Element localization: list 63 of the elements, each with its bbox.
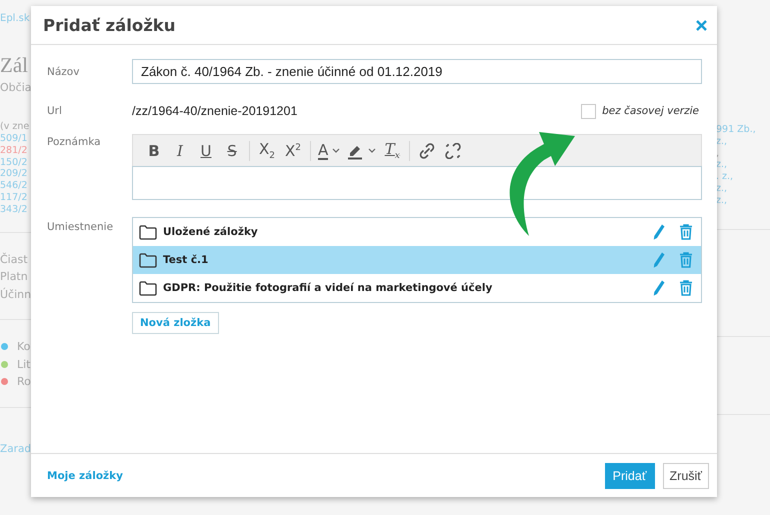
field-label: Poznámka — [47, 136, 102, 150]
clear-button[interactable]: T$_{x}$ — [379, 140, 406, 162]
unlink-icon[interactable] — [445, 142, 462, 158]
dialog-title: Pridať záložku — [43, 16, 176, 34]
folder-item[interactable]: GDPR: Použitie fotografií a videí na marketingové účely — [133, 274, 701, 302]
field-label: Názov — [47, 66, 80, 78]
page-link[interactable]: Epl.sk — [0, 12, 31, 26]
caret-icon[interactable] — [368, 148, 376, 153]
checkbox[interactable] — [581, 104, 596, 118]
page-text: Platn — [0, 269, 29, 286]
pencil-icon[interactable] — [653, 252, 665, 268]
reference-link[interactable]: , — [716, 148, 770, 160]
reference-link[interactable]: 117/2 — [0, 192, 31, 204]
folder-item[interactable]: Uložené záložky — [133, 218, 701, 246]
folder-name: GDPR: Použitie fotografií a videí na marketingové účely — [163, 282, 494, 294]
folder-icon — [139, 280, 157, 296]
page-text: (v zne — [0, 121, 30, 133]
folder-icon — [139, 224, 157, 240]
reference-link[interactable]: . z., — [716, 171, 770, 183]
page-text: Účinn — [0, 286, 31, 303]
page-link[interactable]: Zarad — [0, 442, 31, 456]
url-text: /zz/1964-40/znenie-20191201 — [132, 104, 298, 118]
underline-button[interactable]: U — [193, 140, 219, 162]
note-editor[interactable] — [132, 166, 702, 200]
trash-icon[interactable] — [679, 280, 693, 296]
title-field[interactable]: Zákon č. 40/1964 Zb. - znenie účinné od 01.12.2019 — [132, 59, 702, 84]
checkbox-label[interactable]: bez časovej verzie — [602, 105, 699, 117]
legend-label: Ro — [17, 375, 31, 388]
add-button[interactable]: Pridať — [604, 462, 655, 488]
bold-button[interactable]: B — [141, 140, 167, 162]
folder-name: Uložené záložky — [163, 226, 259, 238]
color-button[interactable]: A — [315, 140, 344, 162]
field-label: Url — [47, 105, 63, 117]
cancel-button[interactable]: Zrušiť — [662, 462, 709, 488]
reference-link[interactable]: 509/1 — [0, 133, 31, 145]
folder-item[interactable]: Test č.1 — [133, 246, 701, 274]
legend-label: Lit — [17, 358, 30, 371]
trash-icon[interactable] — [679, 224, 693, 240]
link-icon[interactable] — [419, 142, 436, 158]
page-heading: Zál — [0, 52, 29, 78]
caret-icon[interactable] — [332, 148, 340, 153]
page-subtitle: Občia — [0, 81, 31, 95]
italic-button[interactable]: I — [167, 140, 193, 162]
pencil-icon[interactable] — [653, 280, 665, 296]
reference-link[interactable]: 343/2 — [0, 204, 31, 216]
folder-name: Test č.1 — [163, 254, 210, 266]
reference-link[interactable]: 991 Zb., — [716, 124, 770, 136]
new-folder-button[interactable]: Nová zložka — [132, 312, 219, 334]
close-icon[interactable] — [696, 20, 707, 30]
reference-link[interactable]: 281/2 — [0, 144, 31, 157]
legend-label: Ko — [17, 340, 30, 354]
script-button[interactable]: X$_{2}$ — [254, 140, 280, 162]
strike-button[interactable]: S — [219, 140, 245, 162]
pencil-icon[interactable] — [653, 224, 665, 240]
my-bookmarks-link[interactable]: Moje záložky — [47, 470, 597, 482]
reference-link[interactable]: 546/2 — [0, 180, 31, 192]
trash-icon[interactable] — [679, 252, 693, 268]
script-button[interactable]: X$^{2}$ — [280, 140, 306, 162]
page-text: Čiast — [0, 252, 29, 268]
reference-link[interactable]: 209/2 — [0, 168, 31, 180]
reference-link[interactable]: 150/2 — [0, 156, 31, 168]
folder-icon — [139, 252, 157, 268]
field-label: Umiestnenie — [47, 221, 114, 235]
